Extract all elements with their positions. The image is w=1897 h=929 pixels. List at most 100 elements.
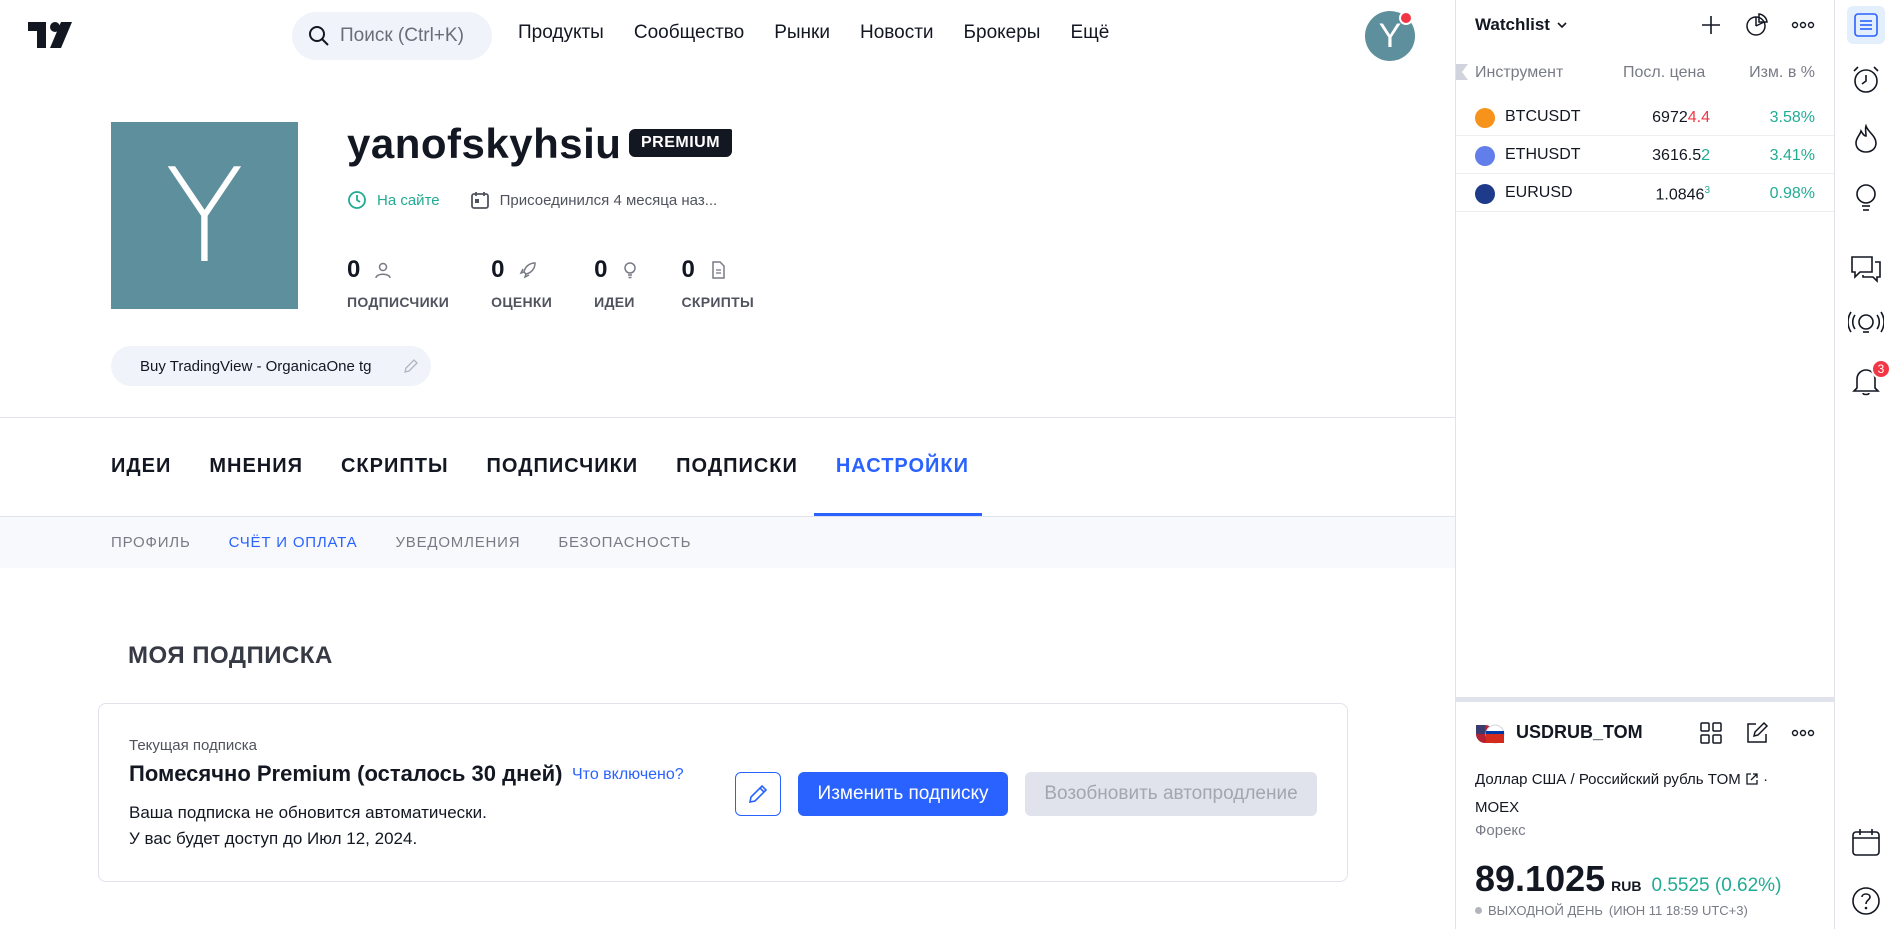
- status-dot: [1475, 907, 1482, 914]
- watchlist-actions: [1698, 12, 1816, 38]
- stat-scripts-label: СКРИПТЫ: [681, 294, 754, 310]
- profile-meta: На сайте Присоединился 4 месяца наз...: [347, 190, 717, 210]
- watchlist-row-eurusd[interactable]: EURUSD 1.08463 0.98%: [1456, 174, 1835, 212]
- nav-markets[interactable]: Рынки: [774, 22, 830, 44]
- col-symbol[interactable]: Инструмент: [1475, 64, 1563, 82]
- chevron-down-icon: [1556, 19, 1568, 31]
- us-ru-flag-icon: [1475, 721, 1505, 747]
- details-price: 89.1025: [1475, 858, 1606, 899]
- alarm-clock-icon[interactable]: [1847, 61, 1885, 99]
- row-price: 1.08463: [1655, 185, 1711, 204]
- nav-more[interactable]: Ещё: [1070, 22, 1109, 44]
- details-exchange[interactable]: MOEX: [1475, 799, 1519, 816]
- add-symbol-button[interactable]: [1698, 12, 1724, 38]
- external-link-icon[interactable]: [1745, 772, 1759, 786]
- tab-scripts[interactable]: СКРИПТЫ: [341, 455, 449, 478]
- row-change: 3.41%: [1769, 147, 1815, 164]
- stat-ideas[interactable]: 0 ИДЕИ: [594, 256, 639, 310]
- tab-followers[interactable]: ПОДПИСЧИКИ: [487, 455, 639, 478]
- row-symbol: EURUSD: [1505, 184, 1573, 201]
- edit-note-icon[interactable]: [1744, 720, 1770, 746]
- document-icon: [709, 261, 727, 279]
- stat-ideas-value: 0: [594, 256, 608, 283]
- divider: [0, 417, 1455, 418]
- grid-icon[interactable]: [1698, 720, 1724, 746]
- stat-ideas-label: ИДЕИ: [594, 294, 635, 310]
- search-icon: [308, 25, 330, 47]
- search-input[interactable]: Поиск (Ctrl+K): [292, 12, 492, 60]
- user-icon: [374, 261, 392, 279]
- lightbulb-icon[interactable]: [1847, 178, 1885, 216]
- pie-chart-icon[interactable]: [1744, 12, 1770, 38]
- help-icon[interactable]: [1847, 882, 1885, 920]
- market-status: ВЫХОДНОЙ ДЕНЬ (ИЮН 11 18:59 UTC+3): [1475, 903, 1748, 918]
- calendar-icon: [470, 190, 490, 210]
- nav-brokers[interactable]: Брокеры: [964, 22, 1041, 44]
- lightbulb-icon: [621, 261, 639, 279]
- calendar-icon[interactable]: [1847, 823, 1885, 861]
- whats-included-link[interactable]: Что включено?: [572, 766, 684, 784]
- nav-products[interactable]: Продукты: [518, 22, 604, 44]
- notifications-count-badge: 3: [1871, 359, 1891, 379]
- details-symbol[interactable]: USDRUB_TOM: [1516, 722, 1643, 743]
- row-symbol: BTCUSDT: [1505, 108, 1581, 125]
- nav-news[interactable]: Новости: [860, 22, 934, 44]
- more-icon[interactable]: [1790, 12, 1816, 38]
- details-category: Форекс: [1475, 822, 1526, 839]
- row-symbol: ETHUSDT: [1505, 146, 1581, 163]
- tab-settings[interactable]: НАСТРОЙКИ: [836, 455, 969, 478]
- row-change: 3.58%: [1769, 109, 1815, 126]
- flag-marker[interactable]: [1456, 64, 1468, 80]
- hot-lists-flame-icon[interactable]: [1847, 120, 1885, 158]
- streams-broadcast-icon[interactable]: [1847, 306, 1885, 344]
- clock-icon: [347, 190, 367, 210]
- more-icon[interactable]: [1790, 720, 1816, 746]
- details-price-block: 89.1025 RUB 0.5525 (0.62%): [1475, 858, 1781, 900]
- top-header: Поиск (Ctrl+K) Продукты Сообщество Рынки…: [0, 0, 1455, 72]
- details-currency: RUB: [1611, 878, 1642, 894]
- subtab-security[interactable]: БЕЗОПАСНОСТЬ: [558, 534, 691, 551]
- subscription-access-until: У вас будет доступ до Июл 12, 2024.: [129, 829, 418, 848]
- stat-boosts-label: ОЦЕНКИ: [491, 294, 553, 310]
- col-last-price[interactable]: Посл. цена: [1623, 64, 1705, 82]
- bio-text: Buy TradingView - OrganicaOne tg: [140, 357, 372, 375]
- watchlist-header: Инструмент Посл. цена Изм. в %: [1456, 60, 1835, 86]
- pencil-icon[interactable]: [403, 358, 419, 374]
- change-subscription-button[interactable]: Изменить подписку: [798, 772, 1008, 816]
- subtab-billing[interactable]: СЧЁТ И ОПЛАТА: [229, 534, 358, 551]
- tab-opinions[interactable]: МНЕНИЯ: [209, 455, 303, 478]
- tab-following[interactable]: ПОДПИСКИ: [676, 455, 798, 478]
- stat-scripts[interactable]: 0 СКРИПТЫ: [681, 256, 753, 310]
- rocket-icon: [519, 261, 537, 279]
- subscription-caption: Текущая подписка: [129, 737, 257, 754]
- profile-tabs: ИДЕИ МНЕНИЯ СКРИПТЫ ПОДПИСЧИКИ ПОДПИСКИ …: [111, 455, 969, 478]
- stat-boosts[interactable]: 0 ОЦЕНКИ: [491, 256, 552, 310]
- subtab-profile[interactable]: ПРОФИЛЬ: [111, 534, 191, 551]
- premium-badge: PREMIUM: [629, 129, 733, 157]
- watchlist-list-icon[interactable]: [1847, 6, 1885, 44]
- renew-autopay-button[interactable]: Возобновить автопродление: [1025, 772, 1317, 816]
- watchlist-title-text: Watchlist: [1475, 15, 1550, 34]
- avatar-notification-dot: [1399, 11, 1413, 25]
- tradingview-logo[interactable]: [28, 22, 78, 48]
- watchlist-title[interactable]: Watchlist: [1475, 15, 1568, 35]
- panel-resize-handle[interactable]: [1456, 697, 1835, 702]
- pencil-icon: [747, 783, 769, 805]
- edit-payment-button[interactable]: [735, 772, 781, 816]
- chat-icon[interactable]: [1847, 250, 1885, 288]
- settings-subtabs: ПРОФИЛЬ СЧЁТ И ОПЛАТА УВЕДОМЛЕНИЯ БЕЗОПА…: [111, 534, 691, 551]
- watchlist-panel: Watchlist Инструмент Посл. цена Изм. в %…: [1455, 0, 1835, 929]
- subscription-note: Ваша подписка не обновится автоматически…: [129, 803, 487, 822]
- stat-scripts-value: 0: [681, 256, 695, 283]
- tab-ideas[interactable]: ИДЕИ: [111, 455, 171, 478]
- details-change: 0.5525 (0.62%): [1651, 875, 1782, 896]
- stat-followers[interactable]: 0 ПОДПИСЧИКИ: [347, 256, 449, 310]
- col-change-pct[interactable]: Изм. в %: [1749, 64, 1815, 82]
- watchlist-row-btcusdt[interactable]: BTCUSDT 69724.4 3.58%: [1456, 98, 1835, 136]
- profile-bio[interactable]: Buy TradingView - OrganicaOne tg: [111, 346, 431, 386]
- profile-stats: 0 ПОДПИСЧИКИ 0 ОЦЕНКИ 0 ИДЕИ 0 СКРИПТЫ: [347, 256, 796, 310]
- watchlist-row-ethusdt[interactable]: ETHUSDT 3616.52 3.41%: [1456, 136, 1835, 174]
- stat-followers-value: 0: [347, 256, 361, 283]
- nav-community[interactable]: Сообщество: [634, 22, 744, 44]
- subtab-notifications[interactable]: УВЕДОМЛЕНИЯ: [395, 534, 520, 551]
